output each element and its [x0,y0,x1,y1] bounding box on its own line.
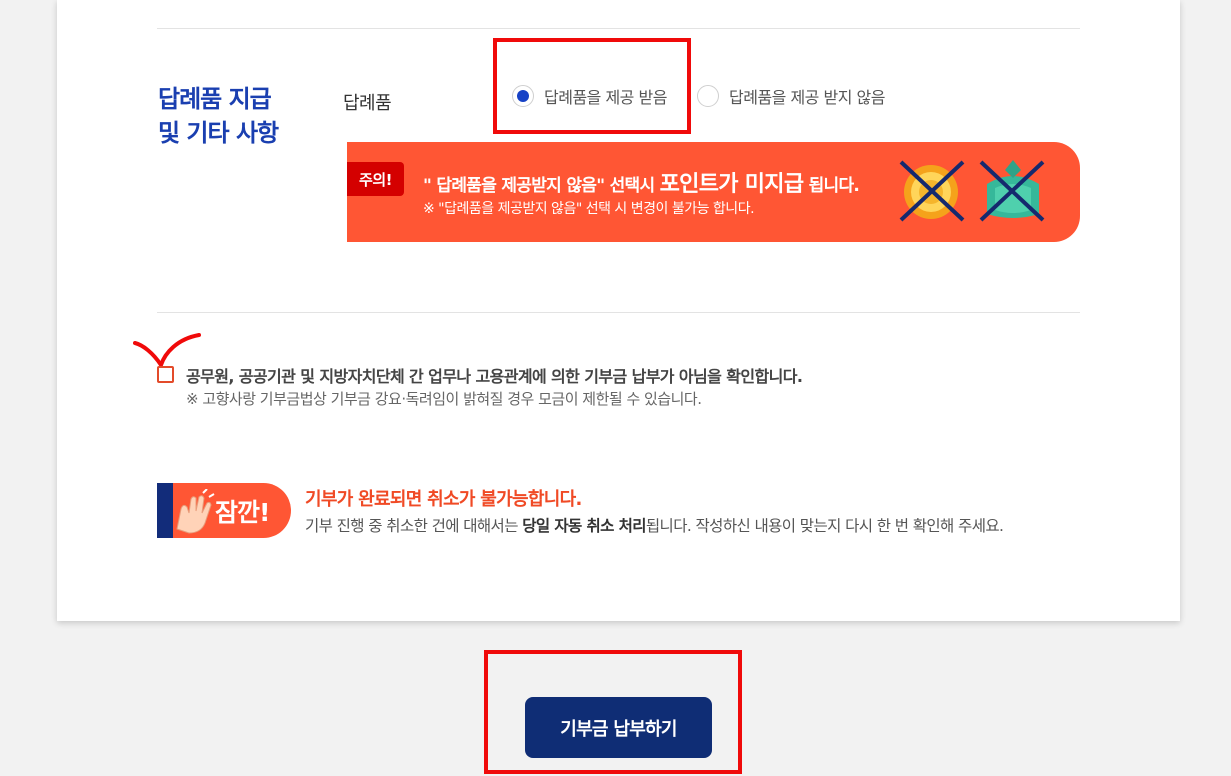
section-title: 답례품 지급 및 기타 사항 [158,85,279,147]
gift-field-label: 답례품 [343,93,392,114]
coin-crossed-icon [899,160,965,222]
radio-button-unselected[interactable] [697,85,719,107]
radio-label-decline: 답례품을 제공 받지 않음 [729,88,885,107]
gift-notice-banner: 주의! " 답례품을 제공받지 않음" 선택시 포인트가 미지급 됩니다. ※ … [347,142,1080,242]
notice-line2: ※ "답례품을 제공받지 않음" 선택 시 변경이 불가능 합니다. [423,201,755,217]
confirm-note: ※ 고향사랑 기부금법상 기부금 강요·독려임이 밝혀질 경우 모금이 제한될 … [186,390,702,408]
confirm-text: 공무원, 공공기관 및 지방자치단체 간 업무나 고용관계에 의한 기부금 납부… [186,367,803,386]
divider-middle [157,312,1080,313]
radio-gift-decline[interactable]: 답례품을 제공 받지 않음 [697,84,885,108]
wait-badge-text: 잠깐! [215,498,270,527]
confirm-checkbox[interactable] [157,366,174,383]
wait-title: 기부가 완료되면 취소가 불가능합니다. [305,489,582,510]
caution-badge: 주의! [347,162,404,196]
wait-description: 기부 진행 중 취소한 건에 대해서는 당일 자동 취소 처리됩니다. 작성하신… [305,517,1004,535]
notice-line1: " 답례품을 제공받지 않음" 선택시 포인트가 미지급 됩니다. [423,172,860,197]
submit-donation-button[interactable]: 기부금 납부하기 [525,697,712,758]
wait-badge: 잠깐! [157,483,291,538]
waving-hand-icon [176,489,215,534]
divider-top [157,28,1080,29]
highlight-box-gift-option [493,38,691,134]
gift-bundle-crossed-icon [979,160,1045,222]
